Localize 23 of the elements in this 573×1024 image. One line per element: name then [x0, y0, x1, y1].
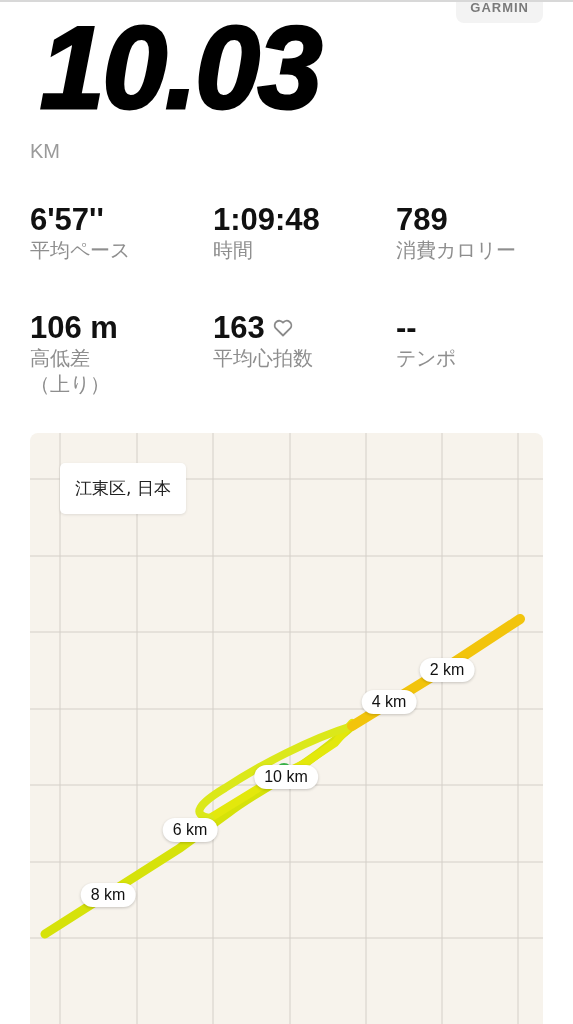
stat-label: 平均心拍数 [213, 345, 314, 372]
distance-marker: 2 km [419, 658, 475, 683]
stat-value: 163 [213, 311, 265, 346]
stat-label: 高低差 [30, 345, 91, 372]
stat-label: テンポ [396, 345, 457, 372]
distance-marker: 8 km [80, 883, 136, 908]
location-label: 江東区, 日本 [60, 463, 186, 515]
heart-icon [272, 319, 293, 338]
distance-marker: 10 km [254, 765, 318, 790]
stat-value: 1:09:48 [213, 203, 320, 238]
distance-marker: 4 km [361, 690, 417, 715]
stat-sublabel: （上り） [30, 371, 111, 398]
garmin-badge: GARMIN [456, 2, 543, 23]
stat-label: 消費カロリー [396, 237, 517, 264]
stat-value: 106 m [30, 311, 118, 346]
stat-value: 789 [396, 203, 448, 238]
stat-label: 時間 [213, 237, 254, 264]
distance-value: 10.03 [40, 10, 321, 126]
distance-unit: KM [29, 139, 61, 163]
stat-value: -- [396, 311, 417, 346]
stat-label: 平均ペース [30, 237, 131, 264]
stat-value: 6'57'' [30, 203, 104, 238]
distance-marker: 6 km [162, 818, 218, 843]
